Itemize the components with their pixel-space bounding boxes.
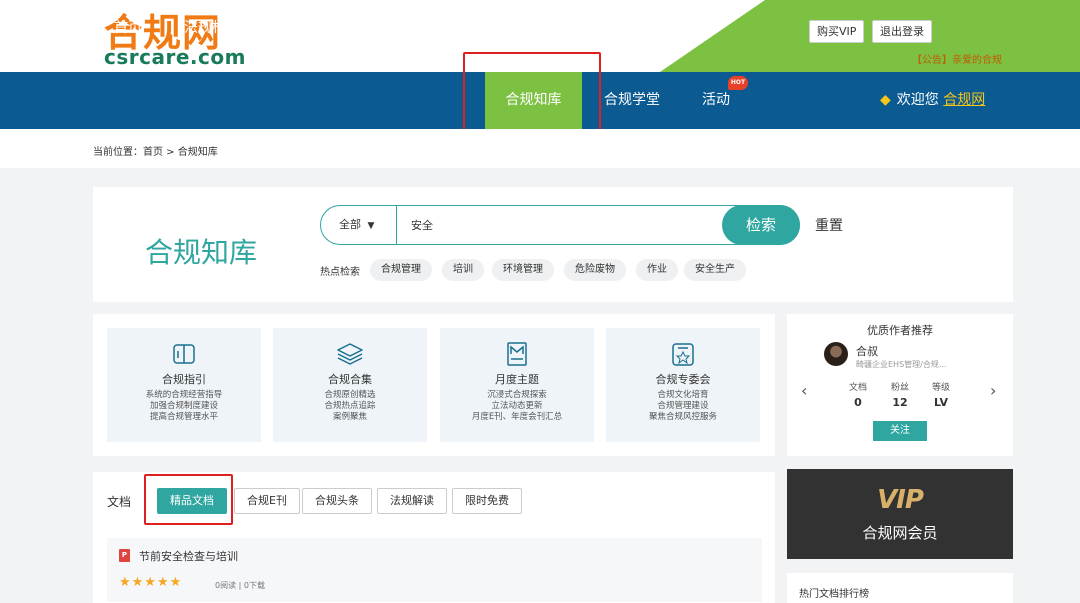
reset-button[interactable]: 重置 (815, 215, 843, 235)
nav-item-risk-radar[interactable]: 风险雷达 (282, 0, 338, 57)
breadcrumb-bar: 当前位置：首页 > 合规知库 (0, 129, 1080, 168)
vip-text: 合规网会员 (862, 524, 938, 542)
badge-icon (672, 343, 694, 366)
top-header: 合规网 csrcare.com 购买VIP 退出登录 【公告】亲爱的合规 (0, 0, 1080, 72)
stat-label: 等级 (931, 383, 950, 393)
category-name: 合规指引 (162, 373, 206, 386)
stat-label: 粉丝 (890, 383, 909, 393)
nav-item-events[interactable]: 活动 (702, 72, 730, 129)
document-meta: 0阅读 | 0下载 (215, 581, 265, 590)
category-card-collection[interactable]: 合规合集 合规原创精选 合规热点追踪 案例聚焦 (273, 328, 427, 442)
hot-tag[interactable]: 培训 (442, 259, 484, 281)
hot-search-label: 热点检索 (320, 267, 360, 278)
search-panel: 合规知库 全部 ▼ 检索 重置 热点检索 合规管理 培训 环境管理 危险废物 作… (93, 187, 1013, 302)
hot-tag[interactable]: 安全生产 (684, 259, 746, 281)
rating-stars: ★★★★★ (119, 575, 183, 590)
vip-banner[interactable]: VIP 合规网会员 (787, 469, 1013, 559)
category-card-guide[interactable]: 合规指引 系统的合规经营指导 加强合规制度建设 提高合规管理水平 (107, 328, 261, 442)
page-title: 合规知库 (145, 236, 258, 269)
category-panel: 合规指引 系统的合规经营指导 加强合规制度建设 提高合规管理水平 合规合集 合规原创… (93, 314, 775, 456)
tab-headlines[interactable]: 合规头条 (302, 488, 372, 514)
author-section-title: 优质作者推荐 (867, 324, 933, 337)
category-name: 月度主题 (495, 373, 539, 386)
book-icon (173, 344, 195, 364)
documents-panel: 文档 精品文档 合规E刊 合规头条 法规解读 限时免费 P 节前安全检查与培训 … (93, 472, 775, 603)
hot-tag[interactable]: 合规管理 (370, 259, 432, 281)
author-subtitle: 畸疆企业EHS管理/合规... (856, 360, 947, 369)
search-category-select[interactable]: 全部 ▼ (339, 206, 374, 245)
stat-value: 0 (854, 396, 862, 409)
list-item[interactable]: P 节前安全检查与培训 ★★★★★ 0阅读 | 0下载 (107, 538, 762, 602)
tab-featured[interactable]: 精品文档 (157, 488, 227, 514)
document-title[interactable]: 节前安全检查与培训 (139, 548, 238, 564)
search-divider (396, 206, 397, 244)
search-box: 全部 ▼ 检索 (320, 205, 800, 245)
category-description: 系统的合规经营指导 加强合规制度建设 提高合规管理水平 (145, 390, 223, 422)
caret-down-icon: ▼ (367, 221, 375, 231)
hot-tag[interactable]: 作业 (636, 259, 678, 281)
category-description: 合规文化培育 合规管理建设 聚焦合规风控服务 (648, 390, 717, 422)
breadcrumb[interactable]: 当前位置：首页 > 合规知库 (93, 143, 218, 158)
buy-vip-button[interactable]: 购买VIP (809, 20, 865, 43)
category-card-monthly[interactable]: 月度主题 沉浸式合规探索 立法动态更新 月度E刊、年度会刊汇总 (440, 328, 594, 442)
category-description: 合规原创精选 合规热点追踪 案例聚焦 (324, 390, 376, 422)
follow-button[interactable]: 关注 (873, 421, 927, 441)
author-recommend-panel: 优质作者推荐 合叔 畸疆企业EHS管理/合规... ‹ › 文档 0 粉丝 12… (787, 314, 1013, 456)
chevron-right-icon[interactable]: › (990, 381, 996, 400)
documents-label: 文档 (107, 495, 132, 509)
hot-tag[interactable]: 环境管理 (492, 259, 554, 281)
announcement-ticker[interactable]: 【公告】亲爱的合规 (912, 51, 1002, 66)
category-name: 合规专委会 (655, 373, 711, 386)
category-card-committee[interactable]: 合规专委会 合规文化培育 合规管理建设 聚焦合规风控服务 (606, 328, 760, 442)
category-description: 沉浸式合规探索 立法动态更新 月度E刊、年度会刊汇总 (471, 390, 563, 422)
welcome-text: 欢迎您 (896, 92, 939, 108)
ranking-panel: 热门文档排行榜 (787, 573, 1013, 603)
logout-button[interactable]: 退出登录 (872, 20, 932, 43)
ranking-title: 热门文档排行榜 (799, 589, 869, 600)
category-name: 合规合集 (328, 373, 372, 386)
nav-item-regulations[interactable]: 法规标准 (184, 0, 240, 57)
nav-item-knowledge-base[interactable]: 合规知库 (485, 72, 582, 129)
search-input[interactable] (411, 215, 711, 235)
welcome-site-link[interactable]: 合规网 (943, 92, 985, 108)
vip-logo: VIP (877, 485, 924, 515)
tab-e-journal[interactable]: 合规E刊 (234, 488, 300, 514)
nav-item-academy[interactable]: 合规学堂 (604, 72, 660, 129)
pdf-file-icon: P (119, 549, 130, 562)
hot-tag[interactable]: 危险废物 (564, 259, 626, 281)
welcome-message: ◆ 欢迎您 合规网 (880, 72, 985, 129)
document-m-icon (507, 342, 527, 366)
stat-value: LV (933, 396, 948, 409)
diamond-icon: ◆ (880, 92, 891, 108)
tab-interpretation[interactable]: 法规解读 (377, 488, 447, 514)
search-category-label: 全部 (339, 218, 361, 231)
author-name[interactable]: 合叔 (856, 343, 878, 359)
nav-item-dr-c[interactable]: Dr.C合规博士 (381, 0, 466, 57)
layers-icon (337, 343, 363, 365)
stat-value: 12 (892, 396, 908, 409)
hot-badge: HOT (728, 76, 748, 90)
nav-item-home[interactable]: 首页 (114, 0, 142, 57)
stat-label: 文档 (848, 383, 867, 393)
tab-free[interactable]: 限时免费 (452, 488, 522, 514)
header-accent-shape (660, 0, 1080, 72)
chevron-left-icon[interactable]: ‹ (801, 381, 807, 400)
avatar[interactable] (824, 342, 848, 366)
search-button[interactable]: 检索 (722, 205, 800, 245)
